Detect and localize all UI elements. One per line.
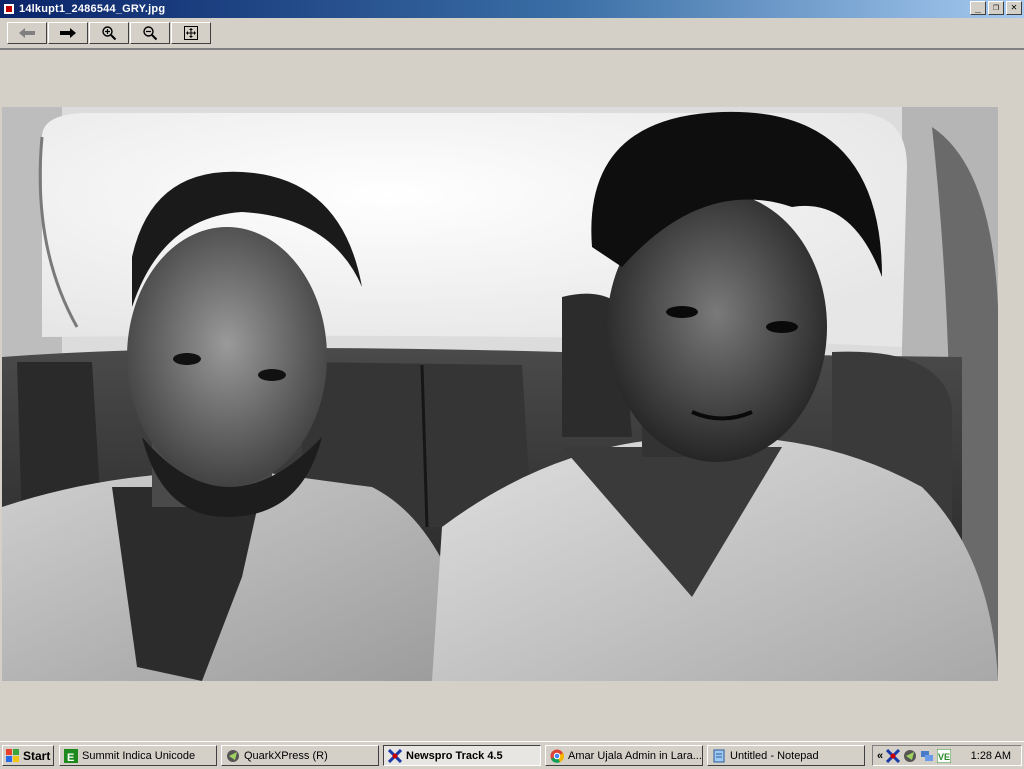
window-title: 14lkupt1_2486544_GRY.jpg: [19, 3, 166, 15]
newspro-tray-icon[interactable]: [886, 748, 901, 763]
task-amar-ujala[interactable]: Amar Ujala Admin in Lara...: [545, 745, 703, 766]
quark-icon: [227, 749, 239, 762]
windows-logo-icon: [6, 748, 20, 763]
fit-window-button[interactable]: [171, 22, 211, 44]
image-viewer[interactable]: [0, 49, 1024, 740]
svg-text:E: E: [67, 752, 74, 763]
zoom-in-icon: [102, 26, 117, 41]
app-icon[interactable]: [3, 3, 15, 15]
task-label: Untitled - Notepad: [730, 749, 819, 762]
zoom-out-button[interactable]: [130, 22, 170, 44]
back-button[interactable]: [7, 22, 47, 44]
task-summit-indica[interactable]: E Summit Indica Unicode: [59, 745, 217, 766]
photo[interactable]: [2, 107, 998, 681]
task-quarkxpress[interactable]: QuarkXPress (R): [221, 745, 379, 766]
close-button[interactable]: ✕: [1006, 1, 1022, 15]
arrow-right-icon: [60, 28, 76, 38]
arrow-left-icon: [19, 28, 35, 38]
restore-button[interactable]: ❐: [988, 1, 1004, 15]
newspro-icon: [388, 748, 402, 763]
notepad-icon: [713, 749, 725, 762]
system-tray: « VE 1:28 AM: [872, 745, 1022, 766]
task-label: Summit Indica Unicode: [82, 749, 196, 762]
network-tray-icon[interactable]: [920, 749, 934, 763]
toolbar-buttons: [7, 22, 212, 44]
photo-two-men-in-car-image: [2, 107, 998, 681]
ve-tray-icon[interactable]: VE: [937, 748, 952, 763]
window-controls: _ ❐ ✕: [968, 1, 1022, 15]
chrome-icon: [550, 749, 564, 763]
taskbar: Start E Summit Indica Unicode QuarkXPres…: [0, 741, 1024, 769]
toolbar: [0, 19, 1024, 49]
task-label: Amar Ujala Admin in Lara...: [568, 749, 702, 762]
minimize-button[interactable]: _: [970, 1, 986, 15]
start-label: Start: [23, 748, 51, 763]
svg-text:VE: VE: [938, 752, 950, 762]
zoom-out-icon: [143, 26, 158, 41]
task-newspro-track[interactable]: Newspro Track 4.5: [383, 745, 541, 766]
task-label: QuarkXPress (R): [244, 749, 328, 762]
start-button[interactable]: Start: [2, 745, 54, 766]
task-label: Newspro Track 4.5: [406, 749, 503, 762]
tray-expand-chevron[interactable]: «: [877, 750, 883, 762]
title-bar: 14lkupt1_2486544_GRY.jpg _ ❐ ✕: [0, 0, 1024, 18]
forward-button[interactable]: [48, 22, 88, 44]
fit-to-window-icon: [184, 26, 198, 40]
quark-tray-icon[interactable]: [903, 749, 917, 763]
clock[interactable]: 1:28 AM: [971, 750, 1011, 762]
indica-icon: E: [64, 748, 78, 763]
task-notepad[interactable]: Untitled - Notepad: [707, 745, 865, 766]
zoom-in-button[interactable]: [89, 22, 129, 44]
